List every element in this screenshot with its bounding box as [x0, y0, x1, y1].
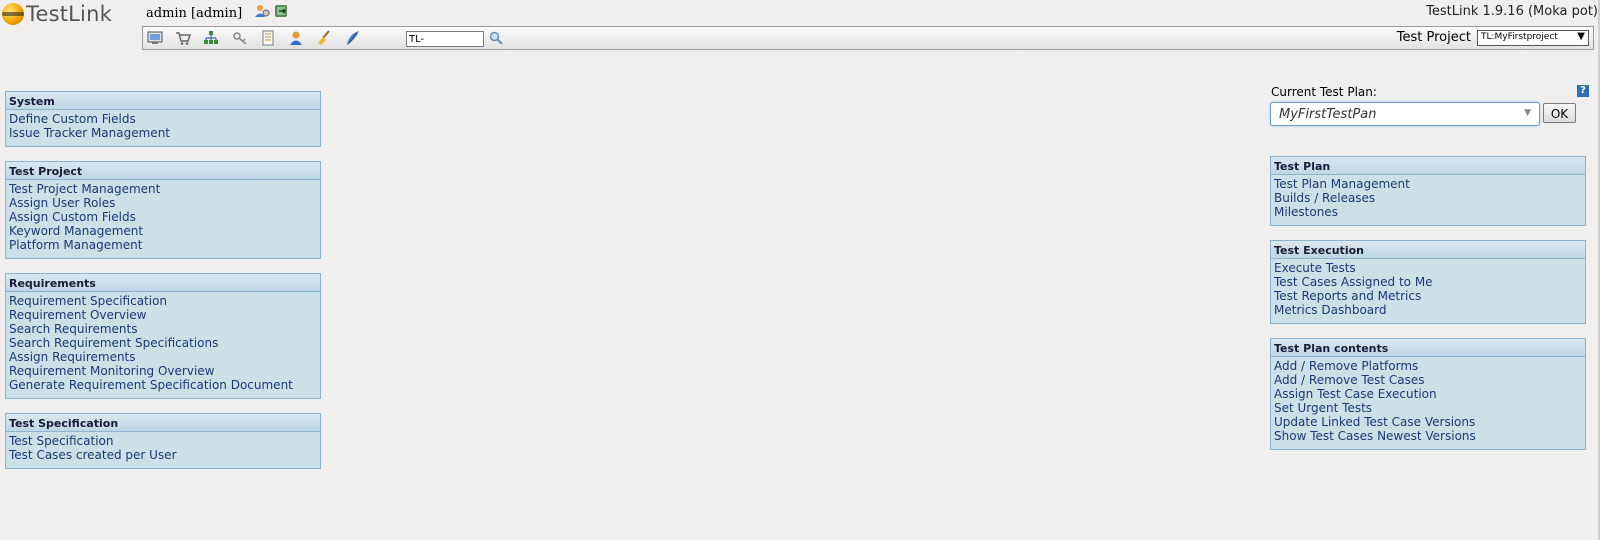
menu-link-metrics-dashboard[interactable]: Metrics Dashboard [1274, 303, 1582, 317]
menu-link-assign-user-roles[interactable]: Assign User Roles [9, 196, 317, 210]
panel-title: Requirements [6, 274, 320, 292]
panel-system: System Define Custom Fields Issue Tracke… [5, 91, 321, 147]
panel-test-plan-contents: Test Plan contents Add / Remove Platform… [1270, 338, 1586, 450]
current-test-plan-select[interactable]: MyFirstTestPan ▼ [1270, 102, 1540, 126]
logo-text: TestLink [26, 2, 112, 26]
user-icon[interactable] [288, 30, 304, 46]
menu-link-platform-management[interactable]: Platform Management [9, 238, 317, 252]
user-name: admin [admin] [146, 6, 243, 21]
tree-icon[interactable] [203, 30, 219, 46]
version-label: TestLink 1.9.16 (Moka pot) [1426, 4, 1598, 19]
menu-link-test-cases-created-per-user[interactable]: Test Cases created per User [9, 448, 317, 462]
feather-icon[interactable] [345, 30, 361, 46]
panel-title: System [6, 92, 320, 110]
desktop-icon[interactable] [147, 30, 163, 46]
panel-title: Test Plan [1271, 157, 1585, 175]
menu-link-assign-requirements[interactable]: Assign Requirements [9, 350, 317, 364]
panel-test-specification: Test Specification Test Specification Te… [5, 413, 321, 469]
logo-ball-icon [2, 3, 24, 25]
menu-link-assign-custom-fields[interactable]: Assign Custom Fields [9, 210, 317, 224]
current-test-plan-value: MyFirstTestPan [1279, 107, 1377, 122]
menu-link-issue-tracker-management[interactable]: Issue Tracker Management [9, 126, 317, 140]
broom-icon[interactable] [316, 30, 332, 46]
cart-icon[interactable] [175, 30, 191, 46]
test-project-label: Test Project [1396, 30, 1471, 45]
panel-title: Test Specification [6, 414, 320, 432]
menu-link-search-requirements[interactable]: Search Requirements [9, 322, 317, 336]
menu-link-requirement-specification[interactable]: Requirement Specification [9, 294, 317, 308]
panel-test-plan: Test Plan Test Plan Management Builds / … [1270, 156, 1586, 226]
menu-link-requirement-overview[interactable]: Requirement Overview [9, 308, 317, 322]
keys-icon[interactable] [232, 30, 248, 46]
menu-link-assign-test-case-execution[interactable]: Assign Test Case Execution [1274, 387, 1582, 401]
menu-link-show-test-cases-newest-versions[interactable]: Show Test Cases Newest Versions [1274, 429, 1582, 443]
menu-link-test-reports-and-metrics[interactable]: Test Reports and Metrics [1274, 289, 1582, 303]
menu-link-generate-requirement-spec-document[interactable]: Generate Requirement Specification Docum… [9, 378, 317, 392]
personal-settings-icon[interactable] [254, 3, 270, 19]
panel-test-execution: Test Execution Execute Tests Test Cases … [1270, 240, 1586, 324]
test-project-value: TL:MyFirstproject [1481, 32, 1558, 42]
panel-title: Test Plan contents [1271, 339, 1585, 357]
current-test-plan-label: Current Test Plan: [1271, 85, 1377, 99]
menu-link-update-linked-test-case-versions[interactable]: Update Linked Test Case Versions [1274, 415, 1582, 429]
menu-link-execute-tests[interactable]: Execute Tests [1274, 261, 1582, 275]
logout-icon[interactable] [273, 3, 289, 19]
panel-title: Test Execution [1271, 241, 1585, 259]
testlink-logo[interactable]: TestLink [2, 2, 112, 26]
panel-test-project: Test Project Test Project Management Ass… [5, 161, 321, 259]
menu-link-search-requirement-specifications[interactable]: Search Requirement Specifications [9, 336, 317, 350]
menu-link-test-plan-management[interactable]: Test Plan Management [1274, 177, 1582, 191]
menu-link-add-remove-test-cases[interactable]: Add / Remove Test Cases [1274, 373, 1582, 387]
testcase-id-search-input[interactable] [406, 31, 484, 47]
menu-link-milestones[interactable]: Milestones [1274, 205, 1582, 219]
menu-link-builds-releases[interactable]: Builds / Releases [1274, 191, 1582, 205]
menu-link-keyword-management[interactable]: Keyword Management [9, 224, 317, 238]
ok-button[interactable]: OK [1543, 103, 1576, 123]
document-icon[interactable] [260, 30, 276, 46]
panel-requirements: Requirements Requirement Specification R… [5, 273, 321, 399]
help-icon[interactable]: ? [1577, 85, 1589, 97]
menu-link-test-specification[interactable]: Test Specification [9, 434, 317, 448]
panel-title: Test Project [6, 162, 320, 180]
menu-link-add-remove-platforms[interactable]: Add / Remove Platforms [1274, 359, 1582, 373]
dropdown-arrow-icon: ▼ [1577, 31, 1585, 42]
menu-link-test-cases-assigned-to-me[interactable]: Test Cases Assigned to Me [1274, 275, 1582, 289]
dropdown-arrow-icon: ▼ [1524, 108, 1531, 118]
main-toolbar: Test Project TL:MyFirstproject ▼ [142, 26, 1594, 50]
menu-link-set-urgent-tests[interactable]: Set Urgent Tests [1274, 401, 1582, 415]
search-icon[interactable] [489, 31, 503, 45]
test-project-select[interactable]: TL:MyFirstproject ▼ [1477, 30, 1589, 46]
menu-link-define-custom-fields[interactable]: Define Custom Fields [9, 112, 317, 126]
menu-link-requirement-monitoring-overview[interactable]: Requirement Monitoring Overview [9, 364, 317, 378]
menu-link-test-project-management[interactable]: Test Project Management [9, 182, 317, 196]
